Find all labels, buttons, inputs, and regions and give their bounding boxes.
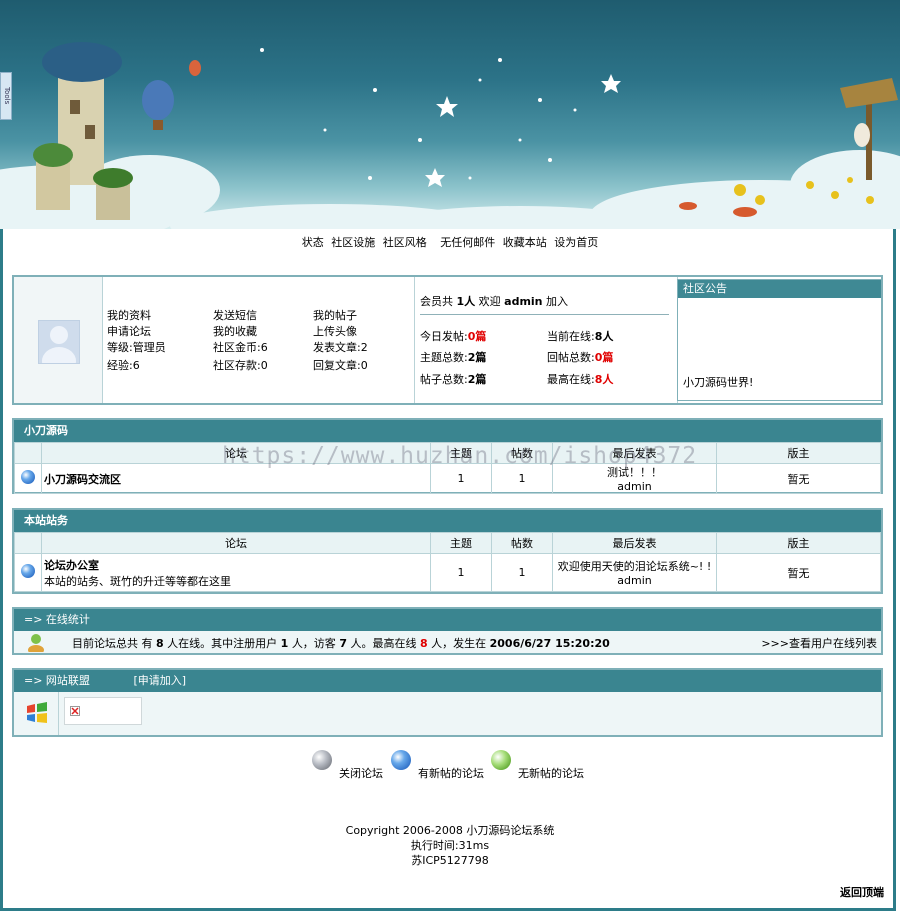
- last-post-cell: 欢迎使用天使的泪论坛系统~! ! admin: [552, 553, 717, 592]
- send-message-link[interactable]: 发送短信: [213, 307, 257, 323]
- member-summary: 会员共 1人 欢迎 admin 加入: [420, 293, 568, 309]
- back-to-top-link[interactable]: 返回顶端: [840, 884, 884, 900]
- header-topics: 主题: [430, 532, 492, 554]
- last-post-user[interactable]: admin: [553, 480, 716, 493]
- category-title[interactable]: 小刀源码: [14, 420, 881, 442]
- members-label: 会员共: [420, 295, 453, 308]
- max-online: 最高在线:8人: [547, 373, 614, 386]
- user-level: 等级:管理员: [107, 341, 166, 354]
- nav-facilities[interactable]: 社区设施: [331, 236, 375, 249]
- broken-image-icon: [70, 706, 80, 716]
- forum-description: 本站的站务、斑竹的升迁等等都在这里: [44, 574, 231, 588]
- online-summary: 目前论坛总共 有 8 人在线。其中注册用户 1 人，访客 7 人。最高在线 8 …: [72, 637, 610, 650]
- post-total: 帖子总数:2篇: [420, 373, 487, 386]
- table-row: 论坛办公室本站的站务、斑竹的升迁等等都在这里 1 1 欢迎使用天使的泪论坛系统~…: [14, 553, 881, 592]
- my-favorites-link[interactable]: 我的收藏: [213, 323, 257, 339]
- new-posts-forum-icon: [391, 750, 411, 770]
- tools-side-tab[interactable]: Tools: [0, 72, 12, 120]
- site-alliance-panel: => 网站联盟 [申请加入]: [12, 668, 883, 737]
- moderator-cell: 暂无: [716, 553, 881, 592]
- alliance-title: => 网站联盟: [24, 674, 90, 687]
- user-silhouette-icon: [42, 326, 76, 375]
- forum-name-cell: 论坛办公室本站的站务、斑竹的升迁等等都在这里: [41, 553, 431, 592]
- avatar[interactable]: [38, 320, 80, 375]
- user-experience: 经验:6: [107, 359, 140, 372]
- new-posts-icon: [21, 564, 35, 578]
- online-list-link[interactable]: >>>查看用户在线列表: [761, 635, 877, 651]
- announcement-text: 小刀源码世界!: [683, 376, 754, 389]
- table-header-row: 论坛 主题 帖数 最后发表 版主: [14, 532, 881, 554]
- header-posts: 帖数: [491, 532, 553, 554]
- nav-bookmark[interactable]: 收藏本站: [503, 236, 547, 249]
- execution-time: 执行时间:31ms: [410, 839, 490, 852]
- header-icon-cell: [14, 532, 42, 554]
- upload-avatar-link[interactable]: 上传头像: [313, 323, 357, 339]
- announcement-box: 社区公告 小刀源码世界!: [677, 279, 882, 401]
- footer: Copyright 2006-2008 小刀源码论坛系统 执行时间:31ms 苏…: [0, 823, 900, 868]
- forum-name-link[interactable]: 小刀源码交流区: [44, 473, 121, 486]
- online-stats-row: 目前论坛总共 有 8 人在线。其中注册用户 1 人，访客 7 人。最高在线 8 …: [14, 631, 881, 653]
- category-title[interactable]: 本站站务: [14, 510, 881, 532]
- newest-user-link[interactable]: admin: [504, 295, 542, 308]
- my-posts-link[interactable]: 我的帖子: [313, 307, 357, 323]
- avatar-cell: [14, 277, 103, 403]
- header-forum: 论坛: [41, 532, 431, 554]
- category-site-affairs: 本站站务 论坛 主题 帖数 最后发表 版主 论坛办公室本站的站务、斑竹的升迁等等…: [12, 508, 883, 594]
- forum-icon-legend: 关闭论坛 有新帖的论坛 无新帖的论坛: [310, 750, 610, 780]
- user-gold: 社区金币:6: [213, 341, 268, 354]
- header-icon-cell: [14, 442, 42, 464]
- nav-style[interactable]: 社区风格: [383, 236, 427, 249]
- announcement-title: 社区公告: [678, 280, 881, 298]
- online-stats-panel: => 在线统计 目前论坛总共 有 8 人在线。其中注册用户 1 人，访客 7 人…: [12, 607, 883, 655]
- closed-forum-icon: [312, 750, 332, 770]
- nav-status[interactable]: 状态: [302, 236, 324, 249]
- welcome-label: 欢迎: [478, 295, 501, 308]
- header-moderator: 版主: [716, 532, 881, 554]
- alliance-header: => 网站联盟 [申请加入]: [14, 670, 881, 692]
- copyright-text: Copyright 2006-2008 小刀源码论坛系统: [345, 824, 555, 837]
- today-posts: 今日发帖:0篇: [420, 330, 487, 343]
- moderator-cell: 暂无: [716, 463, 881, 494]
- windows-logo-icon: [27, 702, 47, 723]
- topic-count: 1: [430, 553, 492, 592]
- last-post-title[interactable]: 欢迎使用天使的泪论坛系统~! !: [553, 558, 716, 574]
- alliance-logo-slot[interactable]: [64, 697, 142, 725]
- stats-divider: [420, 314, 669, 315]
- top-navigation: 状态 社区设施 社区风格 无任何邮件 收藏本站 设为首页: [0, 234, 900, 250]
- nav-set-homepage[interactable]: 设为首页: [554, 236, 598, 249]
- header-banner: Tools: [0, 0, 900, 229]
- nav-mail[interactable]: 无任何邮件: [440, 236, 495, 249]
- user-deposit: 社区存款:0: [213, 359, 268, 372]
- my-profile-link[interactable]: 我的资料: [107, 307, 151, 323]
- reply-total: 回帖总数:0篇: [547, 351, 614, 364]
- join-label: 加入: [546, 295, 569, 308]
- alliance-row: [14, 692, 881, 735]
- forum-status-cell: [14, 553, 42, 592]
- no-new-posts-forum-icon: [491, 750, 511, 770]
- alliance-icon-cell: [14, 692, 59, 735]
- user-info-panel: 我的资料 申请论坛 等级:管理员 经验:6 发送短信 我的收藏 社区金币:6 社…: [12, 275, 883, 405]
- forum-table: 论坛 主题 帖数 最后发表 版主 论坛办公室本站的站务、斑竹的升迁等等都在这里 …: [14, 532, 881, 592]
- banner-illustration: [0, 42, 900, 229]
- header-last-post: 最后发表: [552, 532, 717, 554]
- apply-forum-link[interactable]: 申请论坛: [107, 323, 151, 339]
- forum-stats: 会员共 1人 欢迎 admin 加入 今日发帖:0篇 当前在线:8人 主题总数:…: [414, 277, 678, 403]
- forum-status-cell: [14, 463, 42, 494]
- current-online: 当前在线:8人: [547, 330, 614, 343]
- online-stats-title: => 在线统计: [14, 609, 881, 631]
- last-post-user[interactable]: admin: [553, 574, 716, 587]
- forum-name-link[interactable]: 论坛办公室: [44, 559, 99, 572]
- online-user-icon: [28, 634, 44, 652]
- articles-posted: 发表文章:2: [313, 341, 368, 354]
- topic-total: 主题总数:2篇: [420, 351, 487, 364]
- members-count: 1人: [456, 295, 476, 308]
- apply-link-button[interactable]: [申请加入]: [133, 674, 186, 687]
- header-moderator: 版主: [716, 442, 881, 464]
- replies-posted: 回复文章:0: [313, 359, 368, 372]
- icp-number[interactable]: 苏ICP5127798: [0, 853, 900, 868]
- post-count: 1: [491, 553, 553, 592]
- watermark-text: https://www.huzhan.com/ishop4372: [222, 443, 698, 469]
- new-posts-icon: [21, 470, 35, 484]
- balloon-illustration: [142, 60, 201, 130]
